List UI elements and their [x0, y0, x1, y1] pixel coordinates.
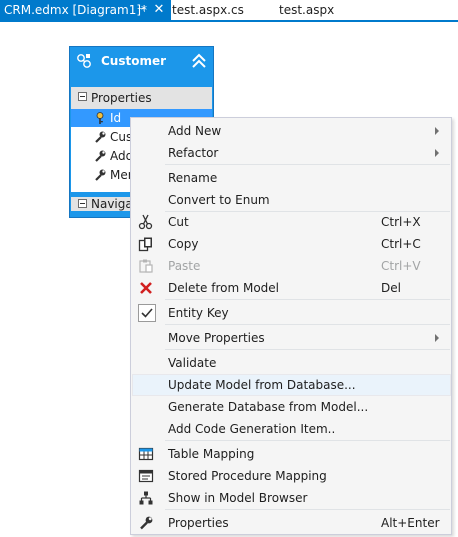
menu-item-shortcut: Alt+Enter — [381, 516, 440, 530]
menu-item-label: Update Model from Database... — [168, 378, 356, 392]
property-label: Id — [110, 111, 122, 125]
menu-item-label: Copy — [168, 237, 199, 251]
entity-title: Customer — [101, 54, 167, 68]
menu-item-label: Stored Procedure Mapping — [168, 469, 327, 483]
entity-type-icon — [77, 54, 91, 68]
menu-separator — [165, 440, 450, 441]
wrench-icon — [95, 150, 106, 162]
collapse-toggle-icon[interactable] — [78, 199, 87, 208]
menu-item-paste[interactable]: Paste Ctrl+V — [132, 255, 451, 277]
tab-crm-edmx[interactable]: CRM.edmx [Diagram1]* ⊣ ✕ — [0, 0, 171, 20]
document-tab-strip: CRM.edmx [Diagram1]* ⊣ ✕ test.aspx.cs te… — [0, 0, 458, 22]
menu-separator — [165, 349, 450, 350]
close-icon[interactable]: ✕ — [152, 0, 166, 20]
menu-item-refactor[interactable]: Refactor — [132, 142, 451, 164]
delete-icon — [140, 282, 152, 294]
menu-item-delete-from-model[interactable]: Delete from Model Del — [132, 277, 451, 299]
menu-item-label: Add New — [168, 124, 222, 138]
checkmark-icon — [138, 304, 156, 322]
stored-procedure-icon — [138, 469, 154, 483]
menu-separator — [165, 299, 450, 300]
menu-separator — [165, 509, 450, 510]
menu-item-entity-key[interactable]: Entity Key — [132, 302, 451, 324]
menu-item-label: Cut — [168, 215, 189, 229]
properties-wrench-icon — [140, 516, 153, 530]
pin-icon[interactable]: ⊣ — [134, 0, 148, 20]
menu-item-rename[interactable]: Rename — [132, 167, 451, 189]
table-mapping-icon — [138, 447, 154, 461]
menu-item-shortcut: Ctrl+X — [381, 215, 421, 229]
tab-label: test.aspx — [279, 3, 335, 17]
properties-section-header[interactable]: Properties — [71, 87, 212, 109]
key-icon — [96, 112, 104, 124]
menu-item-validate[interactable]: Validate — [132, 352, 451, 374]
copy-icon — [138, 237, 152, 252]
submenu-arrow-icon — [435, 149, 439, 157]
menu-item-label: Show in Model Browser — [168, 491, 308, 505]
paste-icon — [139, 259, 153, 273]
chevron-up-icon[interactable] — [191, 52, 207, 70]
menu-item-shortcut: Ctrl+V — [381, 259, 421, 273]
submenu-arrow-icon — [435, 334, 439, 342]
menu-item-generate-database-from-model[interactable]: Generate Database from Model... — [132, 396, 451, 418]
menu-item-label: Entity Key — [168, 306, 229, 320]
menu-item-label: Table Mapping — [168, 447, 255, 461]
menu-separator — [165, 164, 450, 165]
menu-item-cut[interactable]: Cut Ctrl+X — [132, 211, 451, 233]
wrench-icon — [95, 169, 106, 181]
menu-item-show-in-model-browser[interactable]: Show in Model Browser — [132, 487, 451, 509]
menu-item-shortcut: Ctrl+C — [381, 237, 421, 251]
menu-item-label: Rename — [168, 171, 218, 185]
tab-label: test.aspx.cs — [172, 3, 244, 17]
tab-label: CRM.edmx [Diagram1]* — [4, 3, 148, 17]
menu-item-label: Paste — [168, 259, 201, 273]
menu-item-label: Generate Database from Model... — [168, 400, 369, 414]
menu-item-label: Properties — [168, 516, 229, 530]
menu-item-label: Refactor — [168, 146, 219, 160]
menu-item-properties[interactable]: Properties Alt+Enter — [132, 512, 451, 534]
menu-item-convert-to-enum[interactable]: Convert to Enum — [132, 189, 451, 211]
entity-header[interactable]: Customer — [70, 47, 213, 83]
menu-item-add-code-generation-item[interactable]: Add Code Generation Item.. — [132, 418, 451, 440]
menu-item-stored-procedure-mapping[interactable]: Stored Procedure Mapping — [132, 465, 451, 487]
menu-item-copy[interactable]: Copy Ctrl+C — [132, 233, 451, 255]
context-menu: Add New Refactor Rename Convert to Enum … — [130, 117, 452, 535]
tab-test-aspx-cs[interactable]: test.aspx.cs — [172, 0, 244, 20]
menu-separator — [165, 324, 450, 325]
model-browser-icon — [139, 491, 153, 505]
section-label: Properties — [91, 91, 152, 105]
submenu-arrow-icon — [435, 127, 439, 135]
menu-item-label: Move Properties — [168, 331, 265, 345]
menu-item-label: Add Code Generation Item.. — [168, 422, 336, 436]
collapse-toggle-icon[interactable] — [78, 92, 87, 101]
menu-item-move-properties[interactable]: Move Properties — [132, 327, 451, 349]
menu-item-shortcut: Del — [381, 281, 401, 295]
menu-item-update-model-from-database[interactable]: Update Model from Database... — [132, 374, 451, 396]
menu-item-add-new[interactable]: Add New — [132, 120, 451, 142]
wrench-icon — [95, 131, 106, 143]
menu-item-label: Convert to Enum — [168, 193, 270, 207]
menu-item-label: Delete from Model — [168, 281, 280, 295]
menu-item-label: Validate — [168, 356, 217, 370]
scissors-icon — [138, 214, 153, 230]
menu-item-table-mapping[interactable]: Table Mapping — [132, 443, 451, 465]
tab-test-aspx[interactable]: test.aspx — [279, 0, 334, 20]
